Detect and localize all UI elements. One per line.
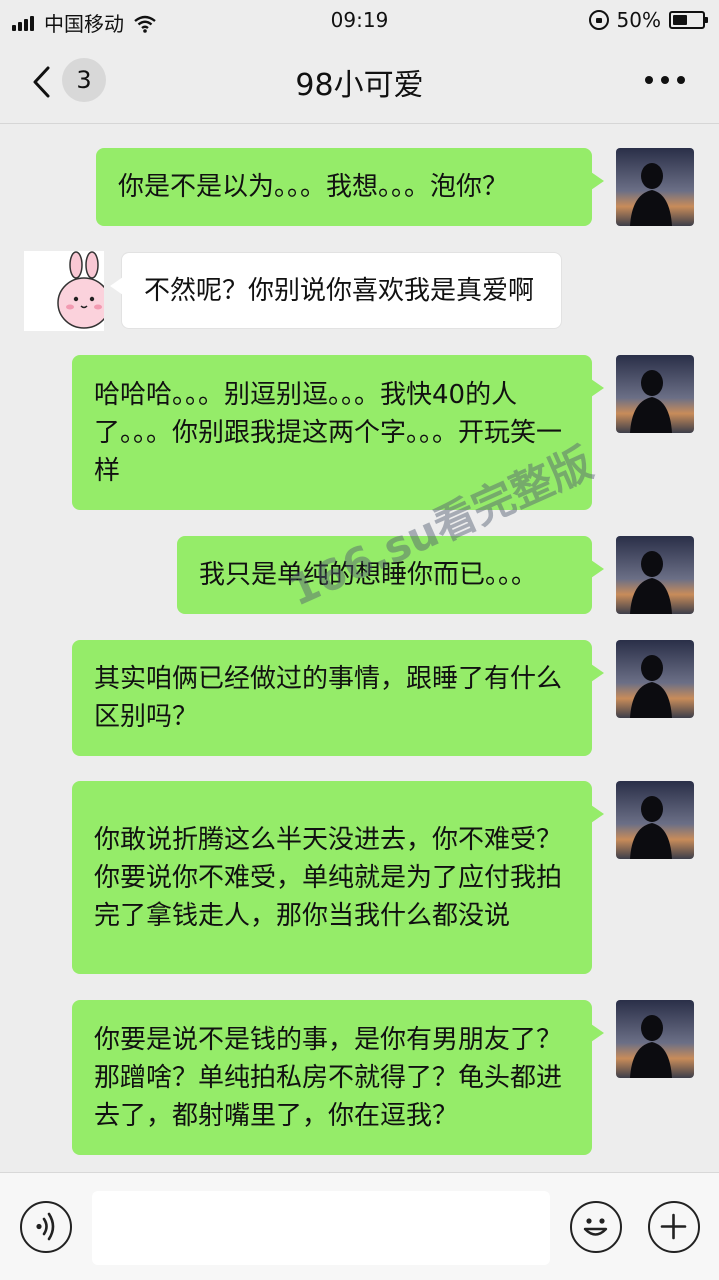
message-bubble-sent[interactable]: 其实咱俩已经做过的事情，跟睡了有什么区别吗？ [72, 640, 604, 756]
message-input[interactable] [92, 1191, 550, 1265]
bunny-avatar-icon [24, 251, 104, 331]
status-bar: 中国移动 09:19 50% [0, 0, 719, 40]
voice-input-button[interactable] [20, 1201, 72, 1253]
chat-header: 3 98小可爱 [0, 40, 719, 124]
voice-icon [36, 1212, 55, 1241]
my-avatar[interactable] [616, 536, 694, 614]
more-functions-button[interactable] [648, 1201, 700, 1253]
silhouette-avatar-icon [616, 640, 694, 718]
message-bubble-sent[interactable]: 你敢说折腾这么半天没进去，你不难受？你要说你不难受，单纯就是为了应付我拍完了拿钱… [72, 781, 604, 974]
my-avatar[interactable] [616, 148, 694, 226]
silhouette-avatar-icon [616, 536, 694, 614]
plus-icon [660, 1213, 687, 1240]
emoji-button[interactable] [570, 1201, 622, 1253]
my-avatar[interactable] [616, 640, 694, 718]
silhouette-avatar-icon [616, 355, 694, 433]
message-bubble-received[interactable]: 不然呢？你别说你喜欢我是真爱啊 [110, 252, 562, 329]
silhouette-avatar-icon [616, 781, 694, 859]
emoji-icon [583, 1218, 608, 1236]
more-dots-icon [645, 76, 653, 84]
silhouette-avatar-icon [616, 1000, 694, 1078]
status-right: 50% [588, 8, 708, 32]
battery-percent: 50% [616, 8, 661, 32]
my-avatar[interactable] [616, 1000, 694, 1078]
input-bar [0, 1172, 719, 1280]
contact-avatar[interactable] [24, 251, 104, 331]
chat-title: 98小可爱 [295, 68, 424, 103]
my-avatar[interactable] [616, 355, 694, 433]
message-bubble-sent[interactable]: 你要是说不是钱的事，是你有男朋友了？那蹭啥？单纯拍私房不就得了？龟头都进去了，都… [72, 1000, 604, 1155]
rotation-lock-icon [588, 10, 609, 30]
silhouette-avatar-icon [616, 148, 694, 226]
message-bubble-sent[interactable]: 你是不是以为。。。我想。。。泡你？ [96, 148, 604, 226]
more-options-button[interactable] [645, 76, 685, 88]
my-avatar[interactable] [616, 781, 694, 859]
battery-icon [669, 11, 708, 29]
